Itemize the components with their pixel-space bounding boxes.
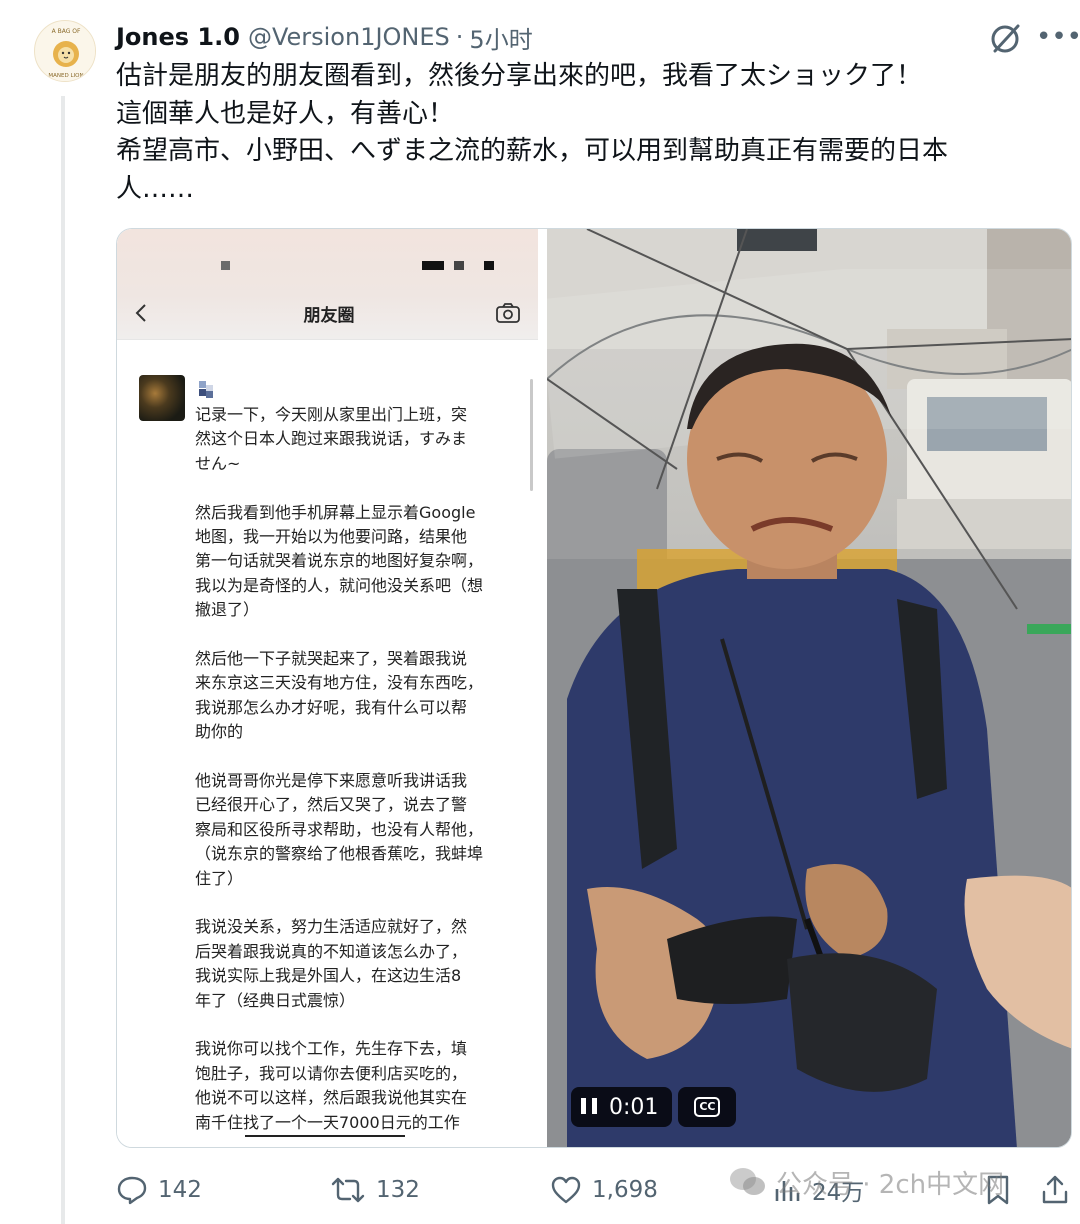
tweet-line: 人…… bbox=[116, 173, 195, 204]
text-underline bbox=[245, 1135, 405, 1137]
watermark: 公众号 · 2ch中文网 bbox=[728, 1162, 1004, 1202]
reply-button[interactable]: 142 bbox=[116, 1168, 202, 1212]
video-time: 0:01 bbox=[609, 1094, 659, 1120]
post-paragraph: 然后他一下子就哭起来了，哭着跟我说 来东京这三天没有地方住，没有东西吃， 我说那… bbox=[195, 649, 484, 742]
post-paragraph: 我说没关系，努力生活适应就好了，然 后哭着跟我说真的不知道该怎么办了， 我说实际… bbox=[195, 917, 468, 1010]
video-frame-image bbox=[547, 229, 1071, 1147]
share-icon bbox=[1042, 1175, 1068, 1204]
repost-button[interactable]: 132 bbox=[330, 1168, 420, 1212]
like-count: 1,698 bbox=[592, 1177, 658, 1203]
post-author-name-blur bbox=[197, 379, 219, 398]
tweet-header: Jones 1.0 @Version1JONES · 5小时 bbox=[116, 20, 533, 54]
post-paragraph: 然后我看到他手机屏幕上显示着Google 地图，我一开始以为他要问路，结果他 第… bbox=[195, 502, 484, 620]
separator-dot: · bbox=[455, 23, 464, 51]
lion-logo-icon: A BAG OF MANED LION bbox=[36, 22, 95, 81]
wifi-icon bbox=[454, 261, 464, 270]
captions-icon: CC bbox=[694, 1097, 721, 1117]
avatar-text-bottom: MANED LION bbox=[48, 73, 83, 79]
share-button[interactable] bbox=[1040, 1168, 1080, 1212]
like-button[interactable]: 1,698 bbox=[550, 1168, 658, 1212]
play-pause-button[interactable]: 0:01 bbox=[571, 1087, 673, 1127]
post-paragraph: 他说哥哥你光是停下来愿意听我讲话我 已经很开心了，然后又哭了，说去了警 察局和区… bbox=[195, 771, 484, 888]
camera-icon bbox=[496, 303, 520, 323]
video-player[interactable]: 0:01 CC bbox=[547, 229, 1071, 1147]
author-name[interactable]: Jones 1.0 bbox=[116, 23, 240, 51]
captions-button[interactable]: CC bbox=[678, 1087, 737, 1127]
more-options-icon[interactable]: ••• bbox=[1036, 22, 1080, 52]
media-grid: 朋友圈 记录一下，今天刚从家里出门上班，突 然这个日本人跑过来跟我说话，すみま … bbox=[116, 228, 1072, 1148]
pause-icon bbox=[581, 1098, 597, 1116]
tweet-text: 估計是朋友的朋友圈看到，然後分享出來的吧，我看了太ショック了！ 這個華人也是好人… bbox=[116, 58, 1016, 208]
grok-icon[interactable] bbox=[986, 20, 1024, 58]
tweet-line: 估計是朋友的朋友圈看到，然後分享出來的吧，我看了太ショック了！ bbox=[116, 61, 923, 91]
post-paragraph: 我说你可以找个工作，先生存下去，填 饱肚子，我可以请你去便利店买吃的， 他说不可… bbox=[195, 1039, 468, 1132]
avatar-text-top: A BAG OF bbox=[52, 28, 81, 35]
battery-icon bbox=[484, 261, 494, 270]
signal-icon bbox=[422, 261, 444, 270]
reply-icon bbox=[117, 1176, 147, 1205]
tweet-line: 這個華人也是好人，有善心！ bbox=[116, 98, 455, 129]
status-dot bbox=[221, 261, 230, 270]
tweet-line: 希望高市、小野田、へずま之流的薪水，可以用到幫助真正有需要的日本 bbox=[116, 136, 949, 166]
moments-screenshot[interactable]: 朋友圈 记录一下，今天刚从家里出门上班，突 然这个日本人跑过来跟我说话，すみま … bbox=[117, 229, 541, 1147]
video-controls: 0:01 CC bbox=[571, 1087, 737, 1127]
avatar[interactable]: A BAG OF MANED LION bbox=[34, 20, 96, 82]
divider bbox=[117, 339, 538, 340]
reply-count: 142 bbox=[158, 1177, 202, 1203]
watermark-text: 公众号 · 2ch中文网 bbox=[776, 1169, 1005, 1200]
phone-nav-bar: 朋友圈 bbox=[117, 289, 538, 339]
post-author-avatar bbox=[139, 375, 185, 421]
post-paragraph: 记录一下，今天刚从家里出门上班，突 然这个日本人跑过来跟我说话，すみま せん~ bbox=[195, 405, 468, 473]
thread-line bbox=[61, 96, 65, 1224]
tweet-time[interactable]: 5小时 bbox=[469, 20, 532, 55]
scroll-indicator bbox=[530, 379, 533, 491]
repost-icon bbox=[331, 1177, 365, 1203]
author-handle[interactable]: @Version1JONES bbox=[248, 23, 450, 51]
post-body: 记录一下，今天刚从家里出门上班，突 然这个日本人跑过来跟我说话，すみま せん~ … bbox=[195, 403, 525, 1147]
repost-count: 132 bbox=[376, 1177, 420, 1203]
wechat-logo-icon bbox=[730, 1168, 765, 1195]
phone-title: 朋友圈 bbox=[303, 306, 355, 326]
heart-icon bbox=[551, 1176, 581, 1204]
